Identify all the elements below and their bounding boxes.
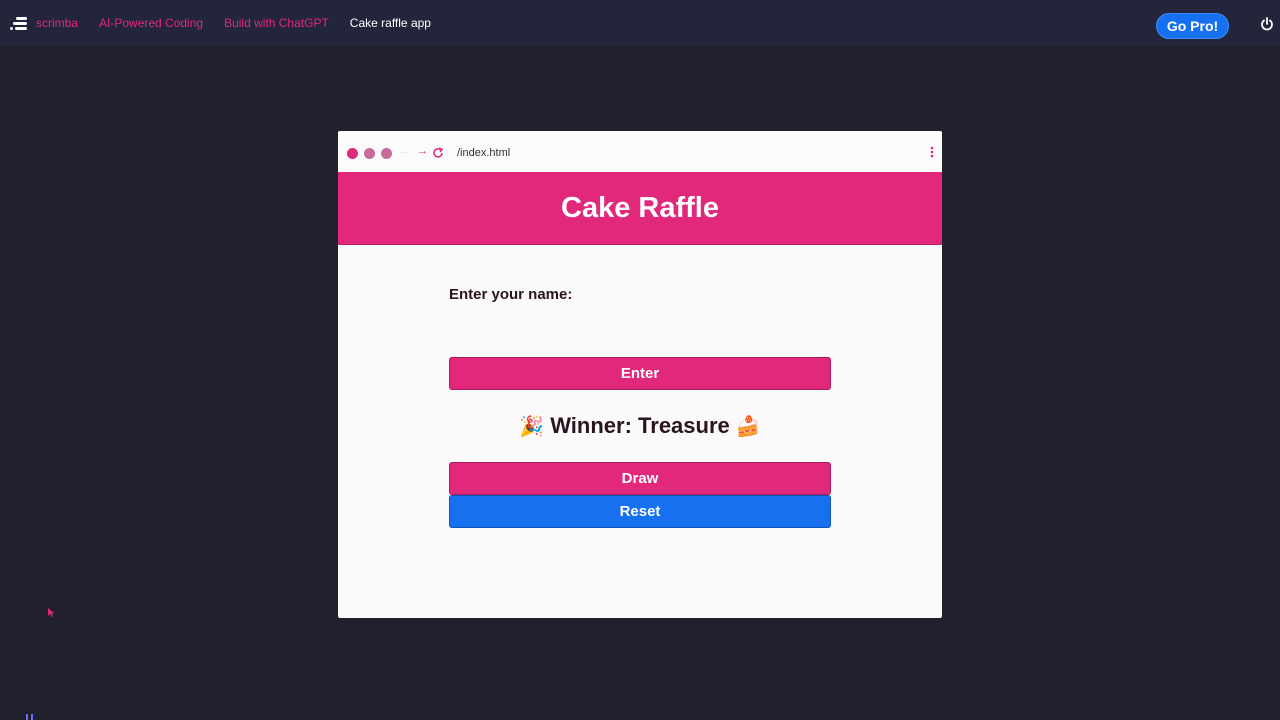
power-icon[interactable] — [1260, 17, 1274, 31]
name-input[interactable] — [449, 311, 831, 341]
winner-display: 🎉 Winner: Treasure 🍰 — [338, 411, 942, 441]
reset-button[interactable]: Reset — [449, 495, 831, 528]
mouse-cursor-icon — [48, 608, 55, 617]
brand-name[interactable]: scrimba — [36, 16, 78, 30]
scrimba-logo[interactable]: scrimba — [8, 15, 78, 31]
more-options-icon[interactable] — [930, 146, 934, 158]
close-dot-icon[interactable] — [347, 148, 358, 159]
back-arrow-icon[interactable]: ← — [399, 145, 410, 157]
scrimba-logo-icon — [10, 17, 27, 30]
enter-button[interactable]: Enter — [449, 357, 831, 390]
corner-indicator-icon — [26, 714, 33, 720]
breadcrumb-current: Cake raffle app — [349, 16, 431, 30]
maximize-dot-icon[interactable] — [381, 148, 392, 159]
winner-text: Winner: Treasure — [550, 413, 730, 438]
address-bar[interactable]: /index.html — [457, 147, 510, 159]
breadcrumb-course[interactable]: AI-Powered Coding — [99, 16, 203, 30]
page-title: Cake Raffle — [561, 191, 719, 224]
minimize-dot-icon[interactable] — [364, 148, 375, 159]
forward-arrow-icon[interactable]: → — [417, 145, 428, 157]
draw-button[interactable]: Draw — [449, 462, 831, 495]
party-popper-icon: 🎉 — [519, 414, 545, 438]
top-nav: scrimba AI-Powered Coding Build with Cha… — [0, 0, 1280, 46]
reload-icon[interactable] — [432, 147, 444, 159]
breadcrumb-module[interactable]: Build with ChatGPT — [224, 16, 329, 30]
app-header: Cake Raffle — [338, 172, 942, 245]
browser-chrome: ← → /index.html — [338, 131, 942, 172]
browser-preview: ← → /index.html Cake Raffle Enter your n… — [338, 131, 942, 618]
go-pro-button[interactable]: Go Pro! — [1156, 13, 1229, 39]
name-label: Enter your name: — [449, 286, 573, 303]
cake-icon: 🍰 — [735, 414, 761, 438]
